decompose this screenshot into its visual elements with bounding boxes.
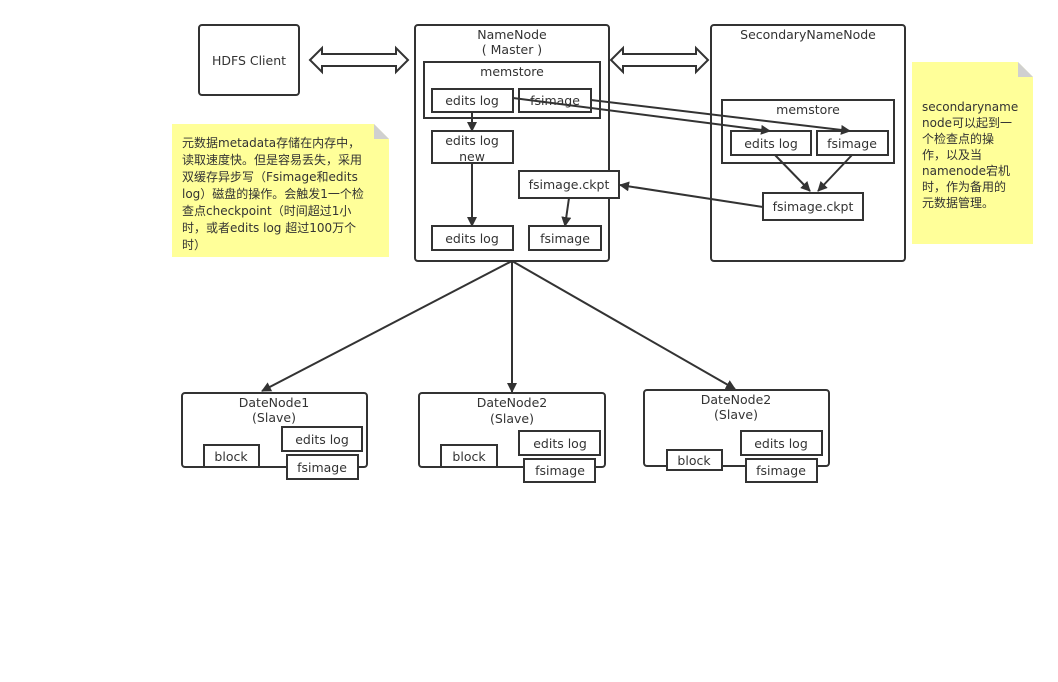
- secondary-edits-log: edits log: [744, 136, 798, 151]
- datanode-2: DateNode2 (Slave) edits log block fsimag…: [418, 392, 606, 483]
- namenode-disk-fsimage: fsimage: [540, 231, 590, 246]
- datanode-fsimage: fsimage: [756, 463, 806, 478]
- datanode-edits-log: edits log: [754, 436, 808, 451]
- secondary-memstore-label: memstore: [776, 102, 840, 117]
- datanode-1: DateNode1 (Slave) edits log block fsimag…: [181, 392, 368, 480]
- datanode-subtitle: (Slave): [490, 411, 534, 426]
- datanode-block: block: [677, 453, 711, 468]
- datanode-subtitle: (Slave): [714, 407, 758, 422]
- namenode-memstore-label: memstore: [480, 64, 544, 79]
- datanode-edits-log: edits log: [533, 436, 587, 451]
- datanode-fsimage: fsimage: [535, 463, 585, 478]
- secondary-fsimage: fsimage: [827, 136, 877, 151]
- datanode-subtitle: (Slave): [252, 410, 296, 425]
- namenode-disk-edits-log: edits log: [445, 231, 499, 246]
- namenode-edits-log-new-line1: edits log: [445, 133, 499, 148]
- namenode-fsimage-ckpt: fsimage.ckpt: [529, 177, 610, 192]
- datanode-title: DateNode2: [701, 392, 771, 407]
- namenode-title: NameNode: [477, 27, 547, 42]
- datanode-3: DateNode2 (Slave) edits log block fsimag…: [643, 389, 830, 483]
- namenode: NameNode ( Master ) memstore edits log f…: [414, 24, 620, 262]
- secondary-title: SecondaryNameNode: [740, 27, 876, 42]
- namenode-edits-log: edits log: [445, 93, 499, 108]
- arrow-to-datanode1: [261, 260, 513, 392]
- datanode-block: block: [214, 449, 248, 464]
- datanode-title: DateNode2: [477, 395, 547, 410]
- datanode-title: DateNode1: [239, 395, 309, 410]
- datanode-fsimage: fsimage: [297, 460, 347, 475]
- datanode-block: block: [452, 449, 486, 464]
- hdfs-client-label: HDFS Client: [212, 53, 286, 68]
- hdfs-architecture-diagram: HDFS Client NameNode ( Master ) memstore…: [172, 24, 1033, 483]
- namenode-subtitle: ( Master ): [482, 42, 542, 57]
- note-right: secondaryname node可以起到一 个检查点的操 作，以及当 nam…: [912, 62, 1033, 244]
- namenode-edits-log-new-line2: new: [459, 149, 485, 164]
- datanode-edits-log: edits log: [295, 432, 349, 447]
- secondary-fsimage-ckpt: fsimage.ckpt: [773, 199, 854, 214]
- secondary-namenode: SecondaryNameNode memstore edits log fsi…: [710, 24, 906, 262]
- hdfs-client-node: HDFS Client: [198, 24, 300, 96]
- arrow-to-datanode3: [511, 260, 736, 390]
- namenode-secondary-double-arrow: [609, 45, 710, 75]
- client-namenode-double-arrow: [308, 45, 410, 75]
- note-left: 元数据metadata存储在内存中， 读取速度快。但是容易丢失，采用 双缓存异步…: [172, 124, 389, 257]
- note-left-text: 元数据metadata存储在内存中， 读取速度快。但是容易丢失，采用 双缓存异步…: [182, 135, 368, 252]
